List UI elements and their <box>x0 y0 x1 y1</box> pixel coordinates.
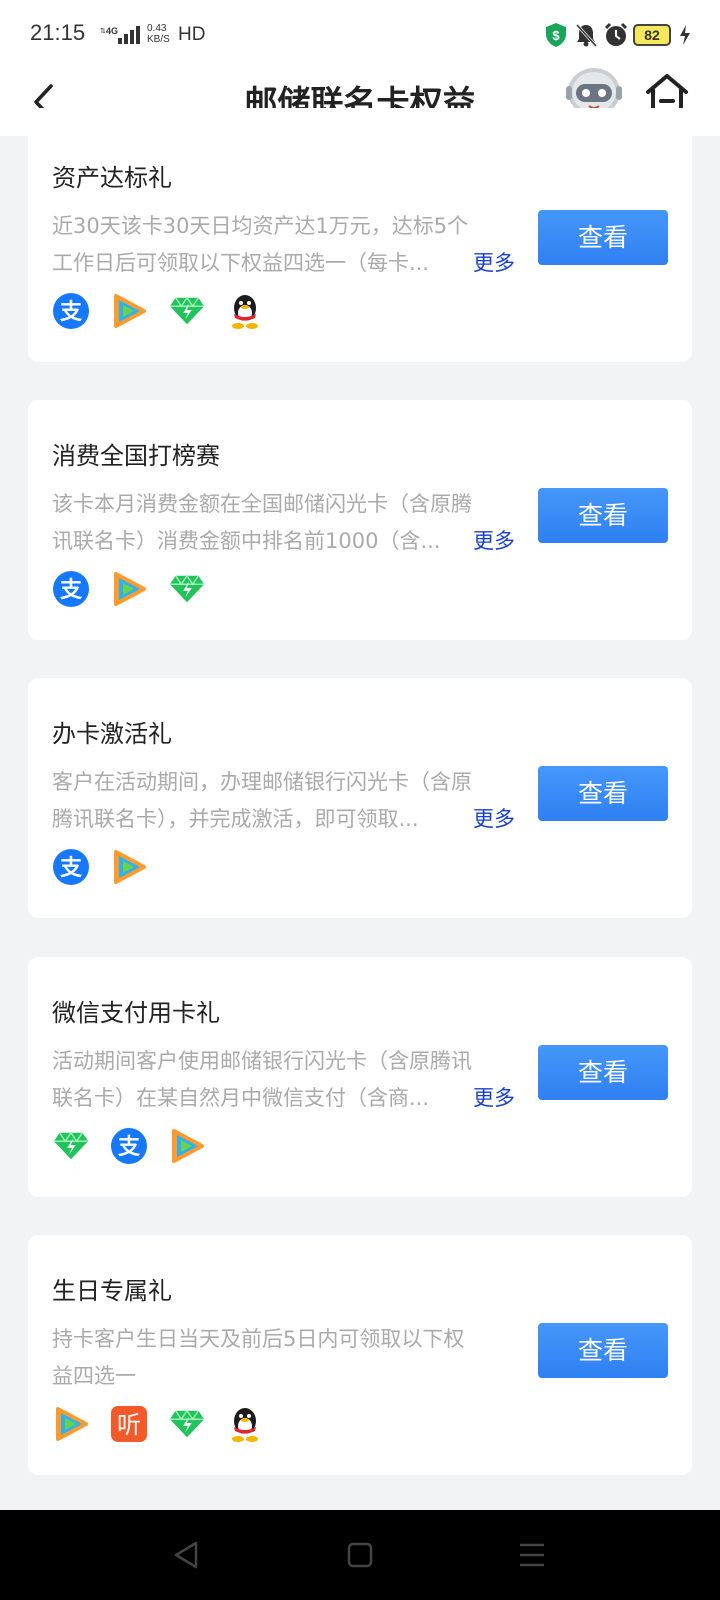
alipay-icon: 支 <box>52 570 90 608</box>
card-title: 资产达标礼 <box>52 164 172 192</box>
charging-icon <box>678 24 692 50</box>
card-description-line: 腾讯联名卡），并完成激活，即可领取... <box>52 807 419 831</box>
battery-level: 82 <box>633 24 671 46</box>
card-description-line: 联名卡）在某自然月中微信支付（含商... <box>52 1086 430 1110</box>
more-link[interactable]: 更多 <box>473 1082 515 1112</box>
benefit-card[interactable]: 办卡激活礼客户在活动期间，办理邮储银行闪光卡（含原 腾讯联名卡），并完成激活，即可… <box>28 678 692 918</box>
card-description: 持卡客户生日当天及前后5日内可领取以下权 益四选一 <box>52 1321 492 1395</box>
view-button[interactable]: 查看 <box>538 1045 668 1100</box>
benefit-card[interactable]: 微信支付用卡礼活动期间客户使用邮储银行闪光卡（含原腾讯 联名卡）在某自然月中微信支… <box>28 957 692 1197</box>
svg-text:支: 支 <box>60 300 83 325</box>
benefit-card[interactable]: 生日专属礼 持卡客户生日当天及前后5日内可领取以下权 益四选一 查看听 <box>28 1235 692 1475</box>
card-description: 客户在活动期间，办理邮储银行闪光卡（含原 腾讯联名卡），并完成激活，即可领取... <box>52 764 492 838</box>
qq-penguin-icon <box>226 292 264 330</box>
status-time: 21:15 <box>30 20 86 45</box>
hd-indicator: HD <box>178 24 206 45</box>
svg-text:听: 听 <box>117 1411 141 1439</box>
benefit-card[interactable]: 资产达标礼近30天该卡30天日均资产达1万元，达标5个 工作日后可领取以下权益四选… <box>28 108 692 362</box>
system-back-icon[interactable] <box>172 1540 200 1574</box>
card-description-line: 讯联名卡）消费金额中排名前1000（含... <box>52 529 441 553</box>
more-link[interactable]: 更多 <box>473 803 515 833</box>
signal-icon: ⇅ 4G <box>100 24 142 50</box>
view-button[interactable]: 查看 <box>538 210 668 265</box>
card-description-line: 该卡本月消费金额在全国邮储闪光卡（含原腾 <box>52 492 472 516</box>
tencent-video-icon <box>110 292 148 330</box>
card-description: 近30天该卡30天日均资产达1万元，达标5个 工作日后可领取以下权益四选一（每卡.… <box>52 208 492 282</box>
security-shield-icon: $ <box>545 22 567 52</box>
benefit-icons: 支 <box>52 570 206 610</box>
svg-text:$: $ <box>552 28 560 43</box>
more-link[interactable]: 更多 <box>473 247 515 277</box>
card-description-line: 持卡客户生日当天及前后5日内可领取以下权 <box>52 1327 465 1351</box>
svg-text:4G: 4G <box>106 26 118 36</box>
card-description: 该卡本月消费金额在全国邮储闪光卡（含原腾 讯联名卡）消费金额中排名前1000（含.… <box>52 486 492 560</box>
network-speed: 0.43 KB/S <box>147 23 170 45</box>
benefit-icons: 支 <box>52 292 264 332</box>
benefit-icons: 听 <box>52 1405 264 1445</box>
diamond-icon <box>168 570 206 608</box>
system-home-icon[interactable] <box>346 1540 374 1574</box>
view-button[interactable]: 查看 <box>538 766 668 821</box>
card-title: 消费全国打榜赛 <box>52 442 220 470</box>
tencent-video-icon <box>52 1405 90 1443</box>
tencent-video-icon <box>110 848 148 886</box>
card-title: 微信支付用卡礼 <box>52 999 220 1027</box>
alarm-icon <box>603 22 629 52</box>
svg-text:支: 支 <box>60 578 83 603</box>
status-bar: 21:15 ⇅ 4G 0.43 KB/S HD $ 82 <box>0 0 720 68</box>
mute-bell-icon <box>574 22 598 52</box>
card-description-line: 工作日后可领取以下权益四选一（每卡... <box>52 251 430 275</box>
system-navigation-bar <box>0 1510 720 1600</box>
qq-penguin-icon <box>226 1405 264 1443</box>
diamond-icon <box>52 1127 90 1165</box>
alipay-icon: 支 <box>52 848 90 886</box>
card-description: 活动期间客户使用邮储银行闪光卡（含原腾讯 联名卡）在某自然月中微信支付（含商... <box>52 1043 492 1117</box>
alipay-icon: 支 <box>52 292 90 330</box>
card-description-line: 近30天该卡30天日均资产达1万元，达标5个 <box>52 214 469 238</box>
view-button[interactable]: 查看 <box>538 488 668 543</box>
svg-text:支: 支 <box>60 856 83 881</box>
card-description-line: 活动期间客户使用邮储银行闪光卡（含原腾讯 <box>52 1049 472 1073</box>
card-title: 生日专属礼 <box>52 1277 172 1305</box>
more-link[interactable]: 更多 <box>473 525 515 555</box>
benefit-card[interactable]: 消费全国打榜赛该卡本月消费金额在全国邮储闪光卡（含原腾 讯联名卡）消费金额中排名前… <box>28 400 692 640</box>
alipay-icon: 支 <box>110 1127 148 1165</box>
diamond-icon <box>168 1405 206 1443</box>
tencent-video-icon <box>168 1127 206 1165</box>
benefit-icons: 支 <box>52 1127 206 1167</box>
card-description-line: 客户在活动期间，办理邮储银行闪光卡（含原 <box>52 770 472 794</box>
svg-text:支: 支 <box>118 1135 141 1160</box>
system-menu-icon[interactable] <box>518 1540 546 1574</box>
ting-audio-icon: 听 <box>110 1405 148 1443</box>
diamond-icon <box>168 292 206 330</box>
benefit-icons: 支 <box>52 848 148 888</box>
tencent-video-icon <box>110 570 148 608</box>
view-button[interactable]: 查看 <box>538 1323 668 1378</box>
card-description-line: 益四选一 <box>52 1364 136 1388</box>
card-title: 办卡激活礼 <box>52 720 172 748</box>
